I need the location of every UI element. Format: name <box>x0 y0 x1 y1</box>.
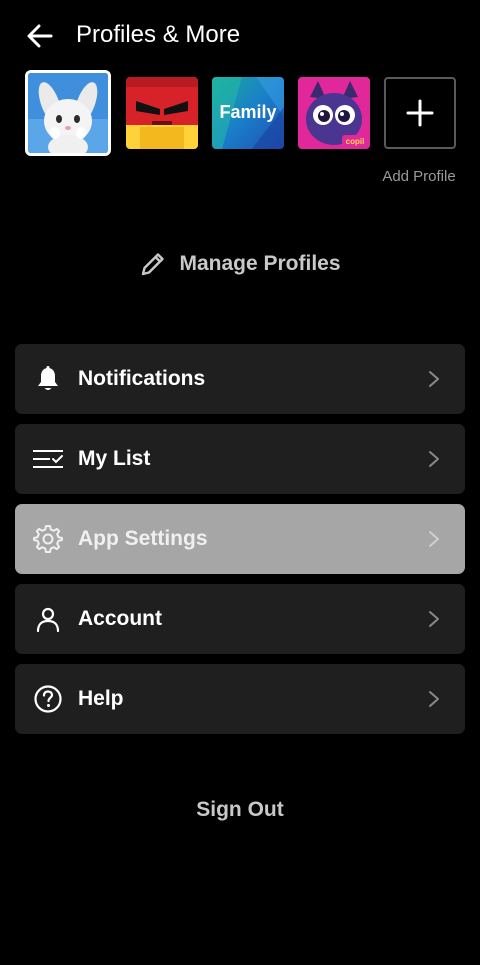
chevron-right-icon <box>429 691 439 707</box>
menu-label-account: Account <box>78 607 162 630</box>
profile-avatar-cat[interactable]: copil <box>298 77 370 149</box>
cat-avatar-image: copil <box>298 77 370 149</box>
add-profile-label[interactable]: Add Profile <box>374 166 464 187</box>
manage-profiles-button[interactable]: Manage Profiles <box>0 246 480 282</box>
menu-item-notifications[interactable]: Notifications <box>15 344 465 414</box>
family-avatar-image: Family <box>212 77 284 149</box>
header: Profiles & More <box>0 14 480 56</box>
plus-icon <box>406 99 434 127</box>
back-button[interactable] <box>24 20 56 52</box>
add-profile-button[interactable] <box>384 77 456 149</box>
chevron-right-icon <box>429 531 439 547</box>
help-circle-icon <box>32 683 64 715</box>
bunny-avatar-image <box>28 73 108 153</box>
cat-avatar-badge: copil <box>346 137 365 146</box>
menu-item-help[interactable]: Help <box>15 664 465 734</box>
back-arrow-icon <box>27 24 53 48</box>
profiles-more-screen: Profiles & More Family copil Add Profile… <box>0 0 480 965</box>
page-title: Profiles & More <box>76 21 241 48</box>
menu-item-app-settings[interactable]: App Settings <box>15 504 465 574</box>
profile-list: Family copil Add Profile <box>0 70 480 210</box>
gear-icon <box>32 523 64 555</box>
menu-label-my-list: My List <box>78 447 151 470</box>
family-avatar-label: Family <box>219 102 276 122</box>
chevron-right-icon <box>429 451 439 467</box>
menu-item-my-list[interactable]: My List <box>15 424 465 494</box>
chevron-right-icon <box>429 611 439 627</box>
manage-profiles-label: Manage Profiles <box>179 252 341 275</box>
menu-item-account[interactable]: Account <box>15 584 465 654</box>
bell-icon <box>32 363 64 395</box>
sign-out-button[interactable]: Sign Out <box>0 798 480 822</box>
chevron-right-icon <box>429 371 439 387</box>
menu-label-notifications: Notifications <box>78 367 206 390</box>
profile-avatar-red[interactable] <box>126 77 198 149</box>
red-character-avatar-image <box>126 77 198 149</box>
menu-label-app-settings: App Settings <box>78 527 208 550</box>
profile-avatar-bunny[interactable] <box>25 70 111 156</box>
user-icon <box>32 603 64 635</box>
list-check-icon <box>32 443 64 475</box>
profile-avatar-family[interactable]: Family <box>212 77 284 149</box>
pencil-icon <box>142 253 165 276</box>
menu-label-help: Help <box>78 687 124 710</box>
